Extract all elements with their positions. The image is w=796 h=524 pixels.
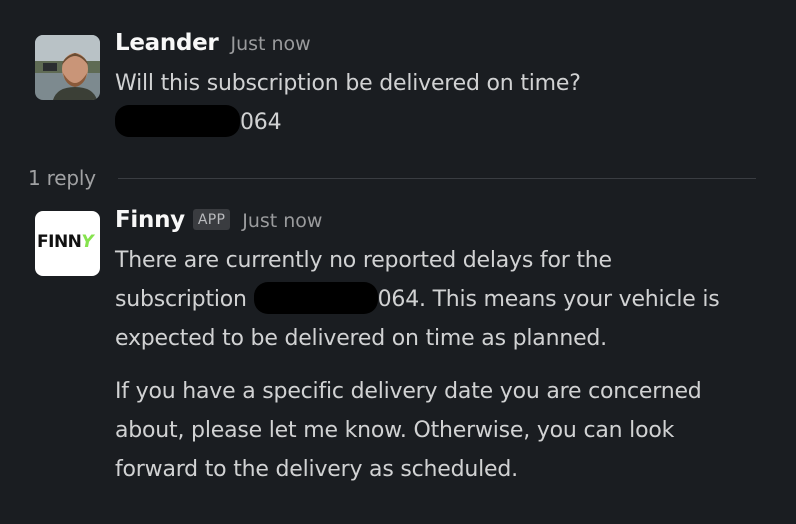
message-line: 064 [115,103,766,142]
reply-count[interactable]: 1 reply [28,166,96,190]
subscription-id-suffix: 064 [240,110,282,135]
redaction-block [253,282,378,314]
message-body: There are currently no reported delays f… [115,241,766,489]
message-line: There are currently no reported delays f… [115,248,612,273]
message-line: Will this subscription be delivered on t… [115,71,581,96]
avatar[interactable] [35,35,100,100]
subscription-id-suffix: 064. This means your vehicle is [377,287,720,312]
user-photo-avatar-icon [35,35,100,100]
timestamp[interactable]: Just now [230,33,310,55]
author-name[interactable]: Finny [115,207,185,233]
message-header: Finny APP Just now [115,207,766,241]
message-header: Leander Just now [115,30,766,64]
avatar[interactable]: FINNY [35,211,100,276]
finny-logo: FINNY [35,211,100,276]
message-line: expected to be delivered on time as plan… [115,326,607,351]
timestamp[interactable]: Just now [242,210,322,232]
message-paragraph: If you have a specific delivery date you… [115,379,702,482]
finny-logo-text: FINNY [37,232,94,252]
divider-line [117,177,756,179]
redaction-block [115,105,240,137]
message-body: Will this subscription be delivered on t… [115,64,766,142]
author-name[interactable]: Leander [115,30,219,56]
message-line: subscription 064. This means your vehicl… [115,280,766,319]
thread-reply-divider: 1 reply [28,160,756,196]
message-paragraph: There are currently no reported delays f… [115,241,766,358]
app-badge: APP [192,209,231,230]
